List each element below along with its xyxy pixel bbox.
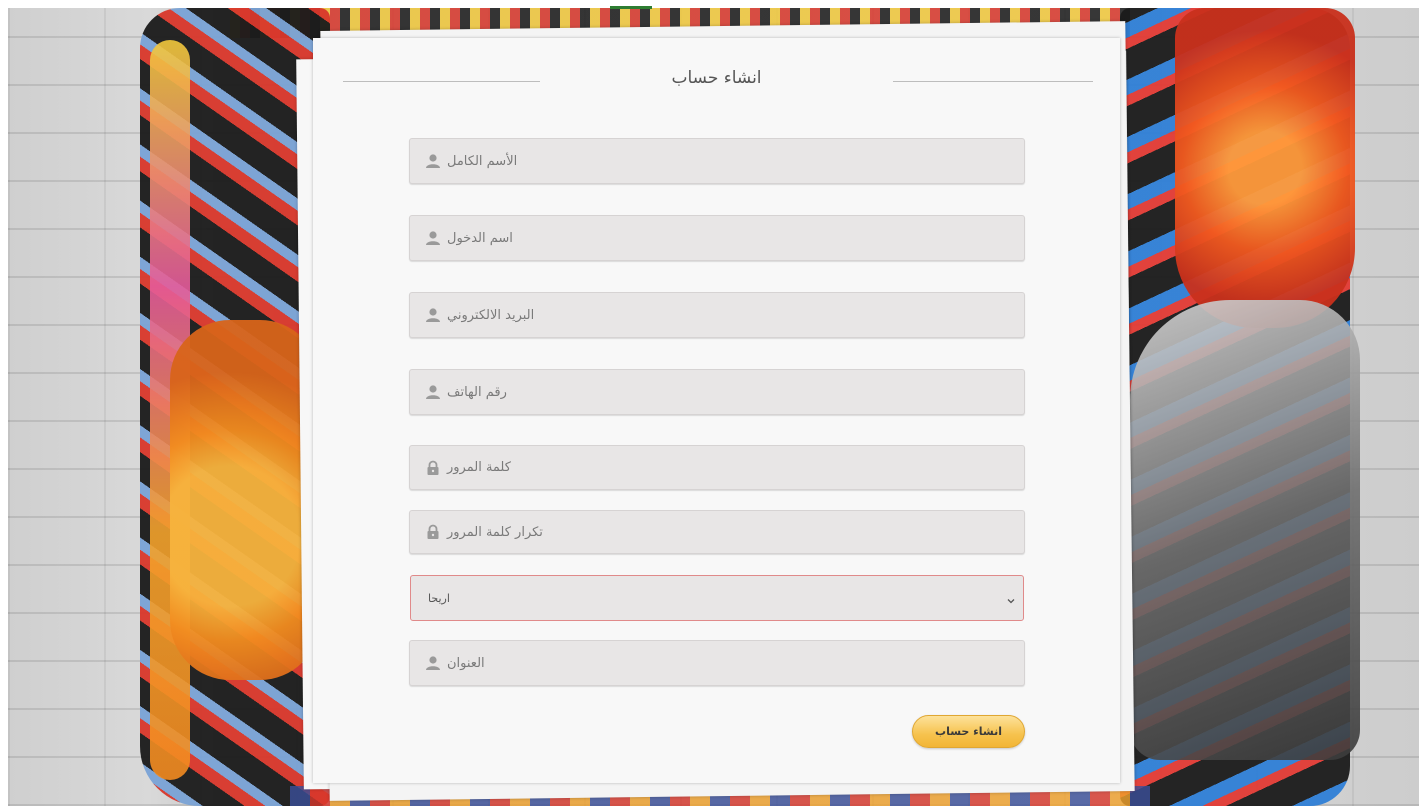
email-field[interactable]: البريد الالكتروني — [409, 292, 1025, 338]
lock-icon — [425, 524, 441, 540]
address-field[interactable]: العنوان — [409, 640, 1025, 686]
mural-right-grey-shape — [1130, 300, 1360, 760]
form-title: انشاء حساب — [671, 68, 762, 88]
phone-placeholder: رقم الهاتف — [447, 384, 507, 400]
top-accent-mark — [610, 6, 652, 9]
password-confirm-field[interactable]: تكرار كلمة المرور — [409, 510, 1025, 554]
city-select-value: اريحا — [428, 591, 450, 605]
phone-field[interactable]: رقم الهاتف — [409, 369, 1025, 415]
password-confirm-placeholder: تكرار كلمة المرور — [447, 524, 543, 540]
address-placeholder: العنوان — [447, 655, 485, 671]
username-placeholder: اسم الدخول — [447, 230, 513, 246]
title-divider-left — [343, 81, 540, 82]
email-placeholder: البريد الالكتروني — [447, 307, 535, 323]
city-select[interactable]: اريحا — [410, 575, 1024, 621]
mural-right-red-scales — [1175, 8, 1355, 328]
user-icon — [425, 153, 441, 169]
page: انشاء حساب الأسم الكامل اسم الدخول البري… — [0, 0, 1419, 806]
create-account-button[interactable]: انشاء حساب — [912, 715, 1025, 748]
user-icon — [425, 655, 441, 671]
user-icon — [425, 230, 441, 246]
full-name-placeholder: الأسم الكامل — [447, 153, 518, 169]
full-name-field[interactable]: الأسم الكامل — [409, 138, 1025, 184]
user-icon — [425, 384, 441, 400]
password-placeholder: كلمة المرور — [447, 460, 511, 475]
username-field[interactable]: اسم الدخول — [409, 215, 1025, 261]
password-field[interactable]: كلمة المرور — [409, 445, 1025, 490]
title-divider-right — [893, 81, 1093, 82]
chevron-down-icon — [1005, 592, 1017, 604]
mural-left-orange-shape — [170, 320, 320, 680]
lock-icon — [425, 460, 441, 476]
user-icon — [425, 307, 441, 323]
